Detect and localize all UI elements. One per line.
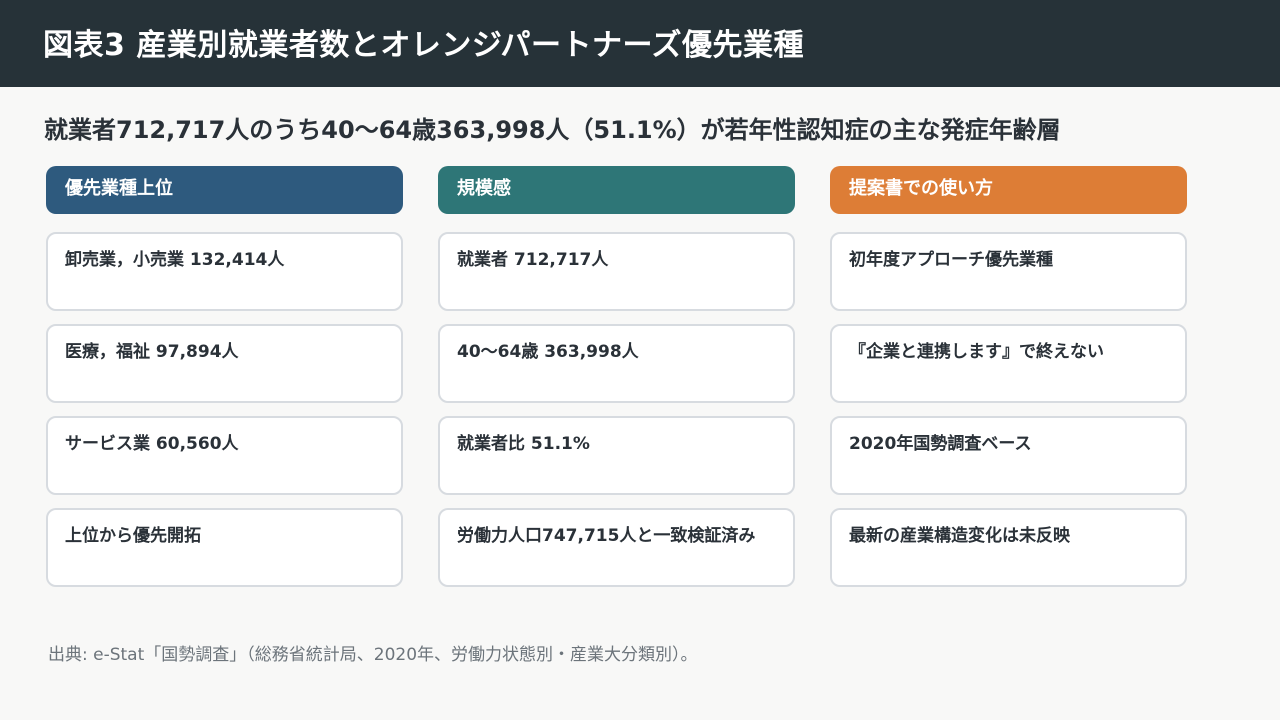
title-bar: 図表3 産業別就業者数とオレンジパートナーズ優先業種 — [0, 0, 1280, 87]
page-subtitle: 就業者712,717人のうち40〜64歳363,998人（51.1%）が若年性認… — [44, 116, 1061, 144]
column-header-proposal-usage: 提案書での使い方 — [830, 166, 1187, 214]
page-title: 図表3 産業別就業者数とオレンジパートナーズ優先業種 — [43, 28, 805, 63]
card-priority-3: サービス業 60,560人 — [46, 416, 403, 495]
card-usage-3: 2020年国勢調査ベース — [830, 416, 1187, 495]
card-priority-1: 卸売業，小売業 132,414人 — [46, 232, 403, 311]
card-usage-1: 初年度アプローチ優先業種 — [830, 232, 1187, 311]
card-priority-4: 上位から優先開拓 — [46, 508, 403, 587]
card-scale-2: 40〜64歳 363,998人 — [438, 324, 795, 403]
card-scale-1: 就業者 712,717人 — [438, 232, 795, 311]
card-usage-2: 『企業と連携します』で終えない — [830, 324, 1187, 403]
card-usage-4: 最新の産業構造変化は未反映 — [830, 508, 1187, 587]
card-priority-2: 医療，福祉 97,894人 — [46, 324, 403, 403]
column-header-scale: 規模感 — [438, 166, 795, 214]
card-scale-4: 労働力人口747,715人と一致検証済み — [438, 508, 795, 587]
column-header-priority-industries: 優先業種上位 — [46, 166, 403, 214]
card-scale-3: 就業者比 51.1% — [438, 416, 795, 495]
source-note: 出典: e-Stat「国勢調査」（総務省統計局、2020年、労働力状態別・産業大… — [48, 645, 698, 665]
